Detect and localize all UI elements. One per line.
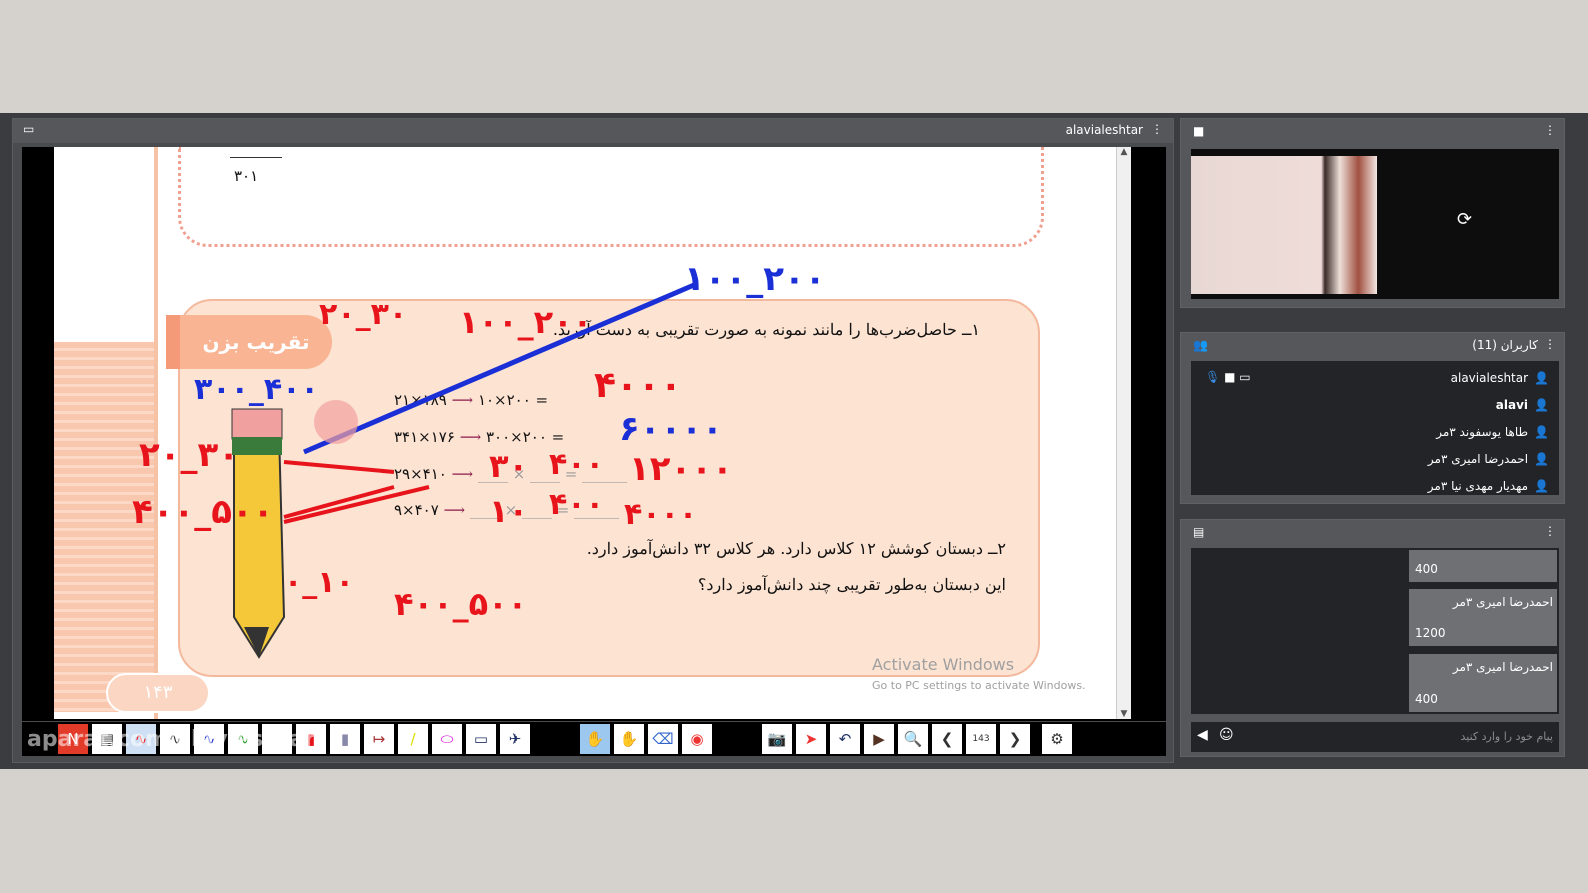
send-icon[interactable]: ◀ <box>1197 727 1208 743</box>
kebab-menu-icon[interactable]: ⋮ <box>1151 122 1163 136</box>
ink-annotation: ۴۰۰ <box>549 447 604 482</box>
ink-annotation: ۳۰۰_۴۰۰ <box>194 372 319 407</box>
ink-annotation: ۴۰۰ <box>549 487 604 522</box>
user-item[interactable]: 👤alavi <box>1496 398 1549 412</box>
watermark: aparat.com/alavieshtar <box>27 727 316 752</box>
ink-annotation: ۴۰۰۰ <box>624 497 698 532</box>
ink-annotation: ۲۰_۳۰ <box>319 297 408 332</box>
classroom-app: ▭ alavialeshtar ⋮ ۳۰۱ تقریب بزن ۱ــ حاصل… <box>0 113 1588 769</box>
user-icon: 👤 <box>1534 371 1549 385</box>
ink-annotation: ۴۰۰_۵۰۰ <box>132 492 274 532</box>
slide-scrollbar[interactable]: ▲ ▼ <box>1116 147 1131 719</box>
hand-icon[interactable]: ✋ <box>580 724 610 754</box>
chat-message: 400 <box>1409 550 1557 582</box>
ink-annotation: ۶۰۰۰۰ <box>619 409 723 449</box>
ink-annotation: ۱۰ <box>489 492 529 530</box>
eraser-icon[interactable]: ⌫ <box>648 724 678 754</box>
microphone-icon[interactable]: 🎙 <box>1205 370 1220 384</box>
users-panel: 👥 کاربران (11) ⋮ 🎙 ■ ▭ 👤alavialeshtar 👤ala… <box>1180 332 1565 504</box>
video-panel: ■ ⋮ ⟳ <box>1180 118 1565 308</box>
page-number-badge: ۱۴۳ <box>106 673 210 713</box>
user-item[interactable]: 👤مهدیار مهدی نیا ۳مر <box>1428 479 1549 493</box>
chat-icon: ▤ <box>1193 525 1205 539</box>
activate-windows-subtitle: Go to PC settings to activate Windows. <box>872 679 1086 692</box>
ellipse-tool-icon[interactable]: ⬭ <box>432 724 462 754</box>
ink-annotation: ۱۲۰۰۰ <box>629 449 733 489</box>
ink-annotation: ۴۰۰_۵۰۰ <box>394 585 528 623</box>
users-icon: 👥 <box>1193 338 1208 352</box>
record-icon[interactable]: ◉ <box>682 724 712 754</box>
arrow-tool-icon[interactable]: ↦ <box>364 724 394 754</box>
screen-share-icon[interactable]: ▭ <box>1239 370 1250 384</box>
user-item[interactable]: 👤طاها یوسفوند ۳مر <box>1436 425 1549 439</box>
user-icon: 👤 <box>1534 452 1549 466</box>
users-list: 🎙 ■ ▭ 👤alavialeshtar 👤alavi 👤طاها یوسفون… <box>1191 361 1559 495</box>
ink-annotation: ۱۰۰_۲۰۰ <box>459 303 593 341</box>
presentation-panel: ▭ alavialeshtar ⋮ ۳۰۱ تقریب بزن ۱ــ حاصل… <box>12 118 1174 763</box>
video-camera-icon: ■ <box>1193 124 1205 138</box>
prev-page-icon[interactable]: ❮ <box>932 724 962 754</box>
user-icon: 👤 <box>1534 479 1549 493</box>
ink-annotation: ۰_۱۰ <box>284 565 354 600</box>
video-feed: ⟳ <box>1191 149 1559 299</box>
slide: ۳۰۱ تقریب بزن ۱ــ حاصل‌ضرب‌ها را مانند ن… <box>54 147 1116 719</box>
refresh-icon[interactable]: ⟳ <box>1457 209 1472 230</box>
monitor-icon: ▭ <box>23 122 35 136</box>
users-title: کاربران (11) <box>1472 338 1538 352</box>
kebab-menu-icon[interactable]: ⋮ <box>1544 337 1556 351</box>
ink-annotation: ۱۰۰_۲۰۰ <box>684 259 826 299</box>
next-page-icon[interactable]: ❯ <box>1000 724 1030 754</box>
presentation-header: ▭ alavialeshtar ⋮ <box>13 119 1173 143</box>
chat-message: احمدرضا امیری ۳مر 1200 <box>1409 589 1557 646</box>
user-item[interactable]: 👤alavialeshtar <box>1451 371 1549 385</box>
webcam-image <box>1191 156 1377 294</box>
camera-icon[interactable]: ■ <box>1224 370 1235 384</box>
line-tool-icon[interactable]: / <box>398 724 428 754</box>
plane-icon[interactable]: ✈ <box>500 724 530 754</box>
emoji-icon[interactable]: ☺ <box>1219 727 1234 743</box>
kebab-menu-icon[interactable]: ⋮ <box>1544 123 1556 137</box>
page-number-field[interactable]: 143 <box>966 724 996 754</box>
rectangle-tool-icon[interactable]: ▭ <box>466 724 496 754</box>
zoom-icon[interactable]: 🔍 <box>898 724 928 754</box>
user-item[interactable]: 👤احمدرضا امیری ۳مر <box>1428 452 1549 466</box>
ink-annotation: ۲۰_۳۰ <box>139 435 240 475</box>
settings-gear-icon[interactable]: ⚙ <box>1042 724 1072 754</box>
pointer-icon[interactable]: ➤ <box>796 724 826 754</box>
chat-placeholder: پیام خود را وارد کنید <box>1460 730 1553 743</box>
chat-messages: 400 احمدرضا امیری ۳مر 1200 احمدرضا امیری … <box>1191 548 1559 714</box>
activate-windows-title: Activate Windows <box>872 655 1015 674</box>
slide-stage: ۳۰۱ تقریب بزن ۱ــ حاصل‌ضرب‌ها را مانند ن… <box>22 147 1166 721</box>
marker-blue-icon[interactable]: ▮ <box>330 724 360 754</box>
user-icon: 👤 <box>1534 398 1549 412</box>
user-icon: 👤 <box>1534 425 1549 439</box>
ink-annotation: ۴۰۰۰ <box>594 365 682 406</box>
chat-panel: ▤ ⋮ 400 احمدرضا امیری ۳مر 1200 احمدرضا امی… <box>1180 519 1565 757</box>
pencil-illustration <box>231 282 695 659</box>
clap-icon[interactable]: ✋ <box>614 724 644 754</box>
chat-input[interactable]: ◀ ☺ پیام خود را وارد کنید <box>1191 722 1559 752</box>
ink-annotation: ۳۰ <box>489 447 529 485</box>
kebab-menu-icon[interactable]: ⋮ <box>1544 524 1556 538</box>
chat-message: احمدرضا امیری ۳مر 400 <box>1409 654 1557 712</box>
play-icon[interactable]: ▶ <box>864 724 894 754</box>
presenter-name: alavialeshtar <box>1065 123 1143 137</box>
undo-icon[interactable]: ↶ <box>830 724 860 754</box>
camera-capture-icon[interactable]: 📷 <box>762 724 792 754</box>
